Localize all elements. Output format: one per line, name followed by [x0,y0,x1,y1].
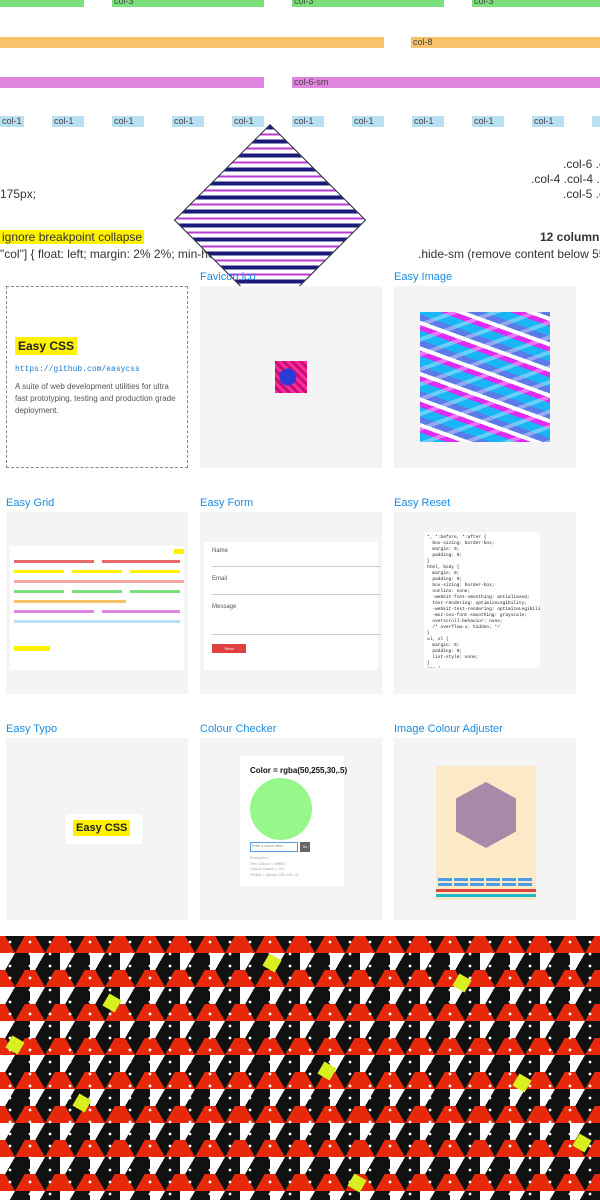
col-bar [0,77,264,88]
easygrid-title[interactable]: Easy Grid [6,497,54,509]
colour-readout: Color = rgba(50,255,30,.5) [250,766,348,775]
colourchecker-preview: Color = rgba(50,255,30,.5) Enter a colou… [240,756,348,886]
easyimage-pattern [420,312,550,442]
col3-bar: col-3 [292,0,444,7]
imageadjuster-card[interactable] [394,738,576,920]
col1-bar: col-1 [292,116,324,127]
easyimage-title[interactable]: Easy Image [394,271,452,283]
reset-bar[interactable] [436,889,536,892]
favicon-title[interactable]: Favicon.ico [200,271,256,283]
save-bar[interactable] [436,894,536,897]
left-px: 175px; [0,187,37,201]
col3-bar: col-3 [472,0,600,7]
favicon-card[interactable] [200,286,382,468]
send-button[interactable]: Send [212,644,246,653]
typo-preview: Easy CSS [66,814,142,844]
imageadjuster-preview [436,766,536,900]
easyreset-title[interactable]: Easy Reset [394,497,450,509]
message-label: Message [212,604,237,610]
colour-input[interactable]: Enter a colour value [250,842,298,852]
email-field[interactable] [212,594,380,595]
easyimage-card[interactable] [394,286,576,468]
col8-bar: col-8 [411,37,600,48]
easygrid-preview [10,546,184,670]
col1-bar: col-1 [412,116,444,127]
colour-swatch [250,778,312,840]
twelve-column: 12 column [540,230,600,244]
easycss-card[interactable]: Easy CSS https://github.com/easycss A su… [6,286,188,468]
easygrid-card[interactable] [6,512,188,694]
easycss-heading: Easy CSS [15,337,78,355]
hexagon-image [456,782,516,848]
col1-bar: col-1 [52,116,84,127]
right-col6: .col-6 .c [563,157,600,171]
col-bar [0,37,384,48]
favicon-image [275,361,307,393]
name-label: Name [212,548,229,554]
cube-pattern [0,936,600,1200]
ignore-breakpoint: ignore breakpoint collapse [0,230,145,244]
message-field[interactable] [212,612,380,635]
easyform-card[interactable]: Name Email Message Send [200,512,382,694]
email-label: Email [212,576,228,582]
name-field[interactable] [212,566,380,567]
col1-bar: col-1 [532,116,564,127]
imageadjuster-title[interactable]: Image Colour Adjuster [394,723,503,735]
reset-code: *, *:before, *:after { box-sizing: borde… [424,532,540,668]
easycss-description: A suite of web development utilities for… [15,382,176,415]
col3-bar: col-3 [112,0,264,7]
col6sm-bar: col-6-sm [292,77,600,88]
typo-heading: Easy CSS [73,820,131,836]
easycss-link[interactable]: https://github.com/easycss [15,365,140,374]
hide-sm: .hide-sm (remove content below 55 [418,247,600,261]
easytypo-card[interactable]: Easy CSS [6,738,188,920]
right-col4: .col-4 .col-4 .c [531,172,600,186]
col1-bar [592,116,600,127]
easyreset-card[interactable]: *, *:before, *:after { box-sizing: borde… [394,512,576,694]
colourchecker-card[interactable]: Color = rgba(50,255,30,.5) Enter a colou… [200,738,382,920]
col1-bar: col-1 [472,116,504,127]
col1-bar: col-1 [352,116,384,127]
col1-bar: col-1 [112,116,144,127]
easyform-preview: Name Email Message Send [204,542,380,670]
colourchecker-title[interactable]: Colour Checker [200,723,276,735]
easytypo-title[interactable]: Easy Typo [6,723,57,735]
easyform-title[interactable]: Easy Form [200,497,253,509]
right-col5: .col-5 .c [563,187,600,201]
colour-examples: Examples: Hex Colour = #ffff00 Colour Na… [250,855,299,877]
col1-bar: col-1 [172,116,204,127]
col1-bar: col-1 [232,116,264,127]
go-button[interactable]: Go [300,842,310,852]
col1-bar: col-1 [0,116,24,127]
col3-bar [0,0,84,7]
